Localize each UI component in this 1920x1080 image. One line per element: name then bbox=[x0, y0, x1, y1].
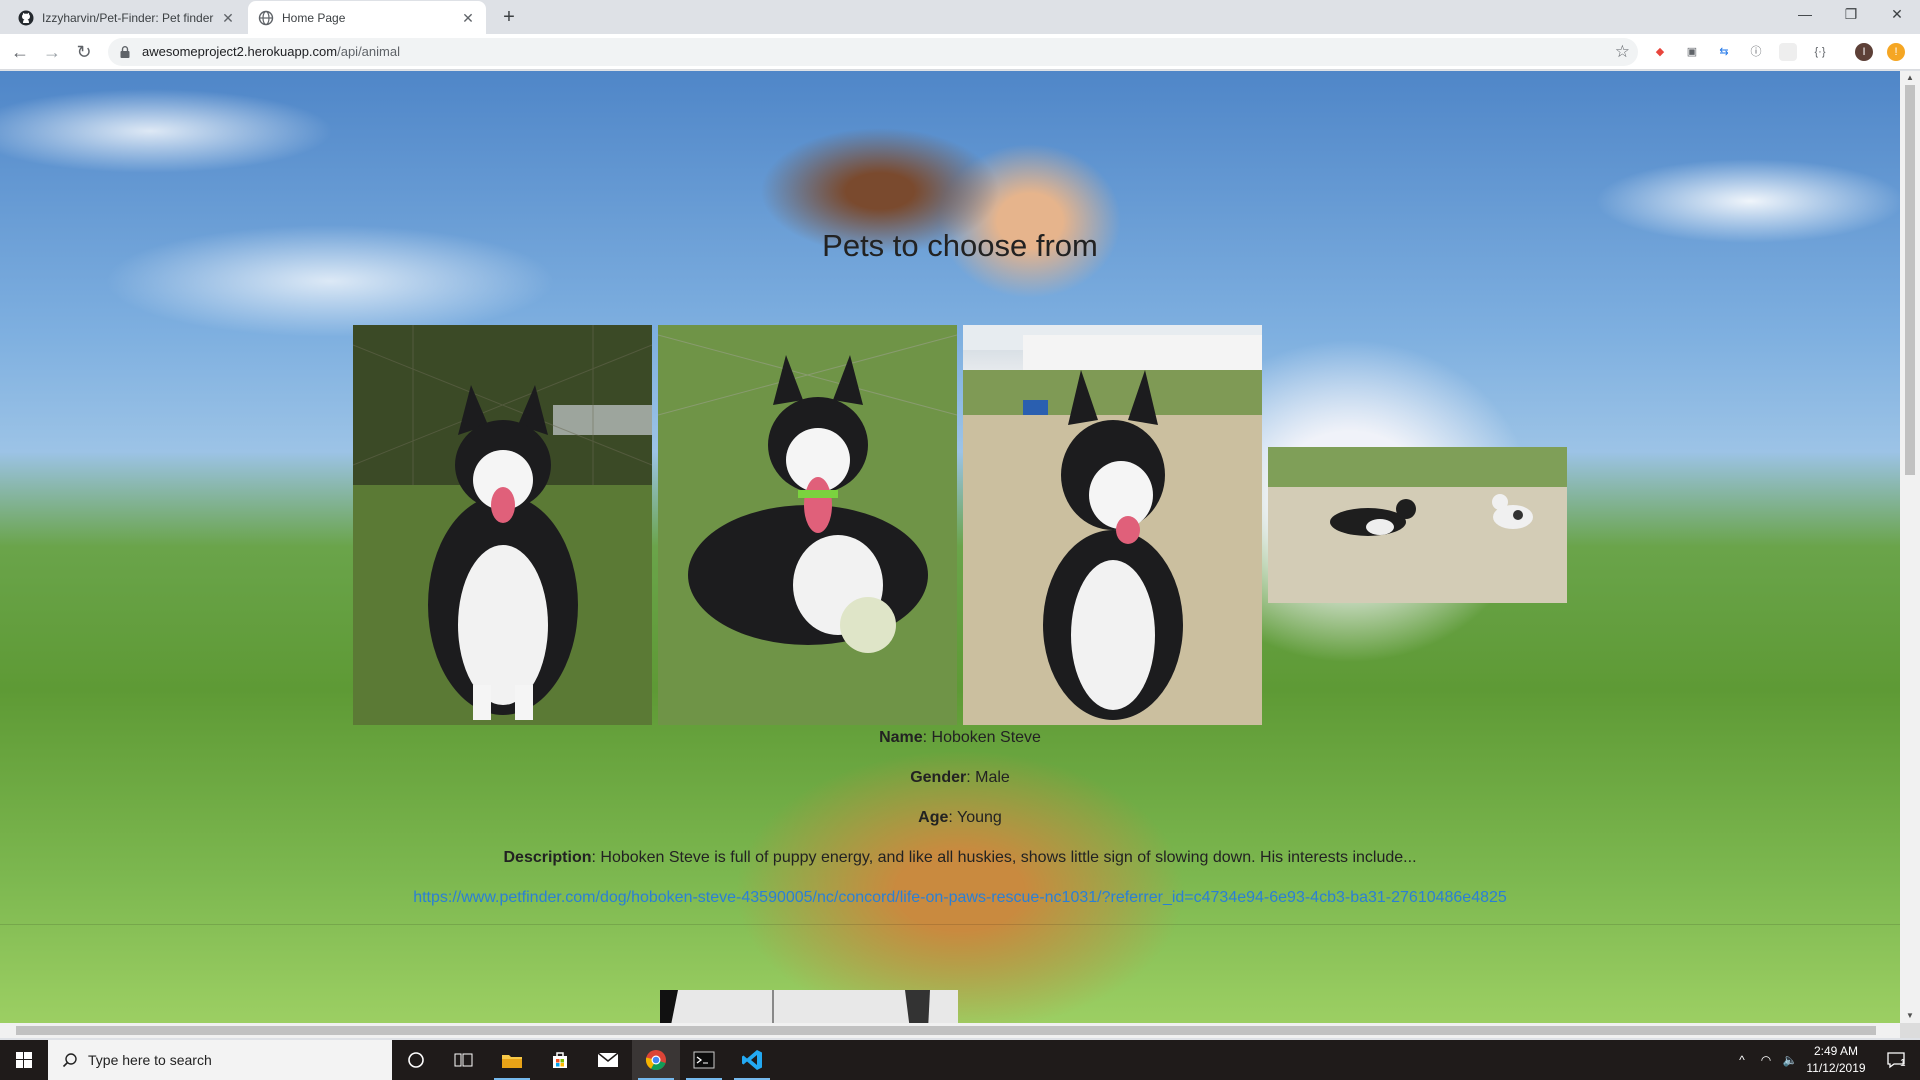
new-tab-icon[interactable]: + bbox=[498, 6, 520, 28]
browser-toolbar: ← → ↻ awesomeproject2.herokuapp.com/api/… bbox=[0, 34, 1920, 70]
back-icon[interactable]: ← bbox=[6, 38, 34, 66]
pet-name-line: Name: Hoboken Steve bbox=[0, 729, 1900, 747]
windows-logo-icon bbox=[16, 1052, 32, 1068]
forward-icon[interactable]: → bbox=[38, 38, 66, 66]
clock-date: 11/12/2019 bbox=[1806, 1061, 1866, 1075]
pet-photo-1[interactable] bbox=[353, 325, 652, 725]
pet-photo-5[interactable] bbox=[660, 990, 958, 1023]
sync-icon[interactable]: ⇆ bbox=[1715, 43, 1733, 61]
update-alert-icon[interactable]: ! bbox=[1887, 43, 1905, 61]
store-icon[interactable] bbox=[536, 1040, 584, 1080]
tab-strip: Izzyharvin/Pet-Finder: Pet finder ✕ Home… bbox=[0, 0, 1920, 34]
pet-age-value: : Young bbox=[948, 809, 1002, 826]
globe-icon bbox=[258, 10, 274, 25]
scroll-down-icon[interactable]: ▼ bbox=[1900, 1009, 1920, 1023]
husky-photo bbox=[963, 325, 1262, 725]
scrollbar-thumb[interactable] bbox=[16, 1026, 1876, 1035]
github-icon bbox=[18, 10, 34, 25]
taskbar-clock[interactable]: 2:49 AM 11/12/2019 bbox=[1800, 1043, 1872, 1077]
pet-gender-value: : Male bbox=[966, 769, 1010, 786]
lock-icon bbox=[120, 46, 130, 58]
taskbar-search[interactable]: Type here to search bbox=[48, 1040, 392, 1080]
bookmark-star-icon[interactable]: ☆ bbox=[1615, 42, 1630, 62]
scroll-up-icon[interactable]: ▲ bbox=[1900, 71, 1920, 85]
vscode-icon[interactable] bbox=[728, 1040, 776, 1080]
pet-gender-line: Gender: Male bbox=[0, 769, 1900, 787]
close-icon[interactable]: ✕ bbox=[220, 10, 236, 26]
profile-avatar[interactable]: I bbox=[1855, 43, 1873, 61]
pet-age-label: Age bbox=[918, 809, 949, 826]
pet-name-value: : Hoboken Steve bbox=[922, 729, 1041, 746]
address-bar[interactable]: awesomeproject2.herokuapp.com/api/animal… bbox=[108, 38, 1638, 66]
show-hidden-icons-icon[interactable]: ^ bbox=[1732, 1040, 1752, 1080]
search-placeholder: Type here to search bbox=[88, 1052, 212, 1068]
mail-icon[interactable] bbox=[584, 1040, 632, 1080]
clock-time: 2:49 AM bbox=[1813, 1044, 1859, 1058]
url-host: awesomeproject2.herokuapp.com bbox=[142, 44, 338, 59]
pet-petfinder-link[interactable]: https://www.petfinder.com/dog/hoboken-st… bbox=[0, 889, 1900, 907]
blank-extension-icon[interactable] bbox=[1779, 43, 1797, 61]
divider bbox=[0, 924, 1900, 925]
page-title: Pets to choose from bbox=[822, 228, 1098, 263]
pet-description-value: : Hoboken Steve is full of puppy energy,… bbox=[591, 849, 1417, 866]
terminal-icon[interactable] bbox=[680, 1040, 728, 1080]
pet-description-label: Description bbox=[503, 849, 592, 866]
husky-photo bbox=[353, 325, 652, 725]
pet-photo-2[interactable] bbox=[658, 325, 957, 725]
pet-photo-4[interactable] bbox=[1268, 447, 1567, 603]
tab-title: Home Page bbox=[282, 10, 346, 25]
file-explorer-icon[interactable] bbox=[488, 1040, 536, 1080]
search-icon bbox=[62, 1053, 77, 1068]
code-extension-icon[interactable]: {·} bbox=[1811, 43, 1829, 61]
scrollbar-corner bbox=[1900, 1023, 1920, 1038]
scrollbar-thumb[interactable] bbox=[1905, 85, 1915, 475]
reload-icon[interactable]: ↻ bbox=[70, 38, 98, 66]
dogs-running-photo bbox=[1268, 447, 1567, 603]
tab-title: Izzyharvin/Pet-Finder: Pet finder bbox=[42, 10, 214, 25]
pet-photo-3[interactable] bbox=[963, 325, 1262, 725]
notification-count: 1 bbox=[1900, 1058, 1906, 1069]
pet-description-line: Description: Hoboken Steve is full of pu… bbox=[0, 849, 1900, 867]
cortana-icon[interactable] bbox=[392, 1040, 440, 1080]
pet-photo-partial bbox=[660, 990, 958, 1023]
network-icon[interactable]: ◠ bbox=[1756, 1040, 1776, 1080]
windows-taskbar: Type here to search ^ ◠ 🔈 2:49 AM 11/12/… bbox=[0, 1040, 1920, 1080]
page-viewport: Pets to choose from Name: Hoboken Steve … bbox=[0, 71, 1900, 1023]
tab-github[interactable]: Izzyharvin/Pet-Finder: Pet finder ✕ bbox=[8, 1, 246, 34]
close-icon[interactable]: ✕ bbox=[460, 10, 476, 26]
url-path: /api/animal bbox=[337, 44, 400, 59]
volume-icon[interactable]: 🔈 bbox=[1780, 1040, 1800, 1080]
url-text: awesomeproject2.herokuapp.com/api/animal bbox=[142, 44, 400, 59]
tab-home-page[interactable]: Home Page ✕ bbox=[248, 1, 486, 34]
close-window-icon[interactable]: ✕ bbox=[1874, 0, 1920, 30]
chrome-icon[interactable] bbox=[632, 1040, 680, 1080]
minimize-icon[interactable]: — bbox=[1782, 0, 1828, 30]
pet-age-line: Age: Young bbox=[0, 809, 1900, 827]
extension-icon[interactable]: ◆ bbox=[1651, 43, 1669, 61]
start-button[interactable] bbox=[0, 1040, 48, 1080]
pet-gender-label: Gender bbox=[910, 769, 967, 786]
vertical-scrollbar[interactable]: ▲ ▼ bbox=[1900, 71, 1920, 1023]
restore-icon[interactable]: ❐ bbox=[1828, 0, 1874, 30]
task-view-icon[interactable] bbox=[440, 1040, 488, 1080]
notifications-icon[interactable]: 1 bbox=[1876, 1040, 1916, 1080]
info-extension-icon[interactable]: ⓘ bbox=[1747, 43, 1765, 61]
pet-name-label: Name bbox=[879, 729, 923, 746]
horizontal-scrollbar[interactable] bbox=[0, 1023, 1900, 1038]
cast-icon[interactable]: ▣ bbox=[1683, 43, 1701, 61]
husky-photo bbox=[658, 325, 957, 725]
